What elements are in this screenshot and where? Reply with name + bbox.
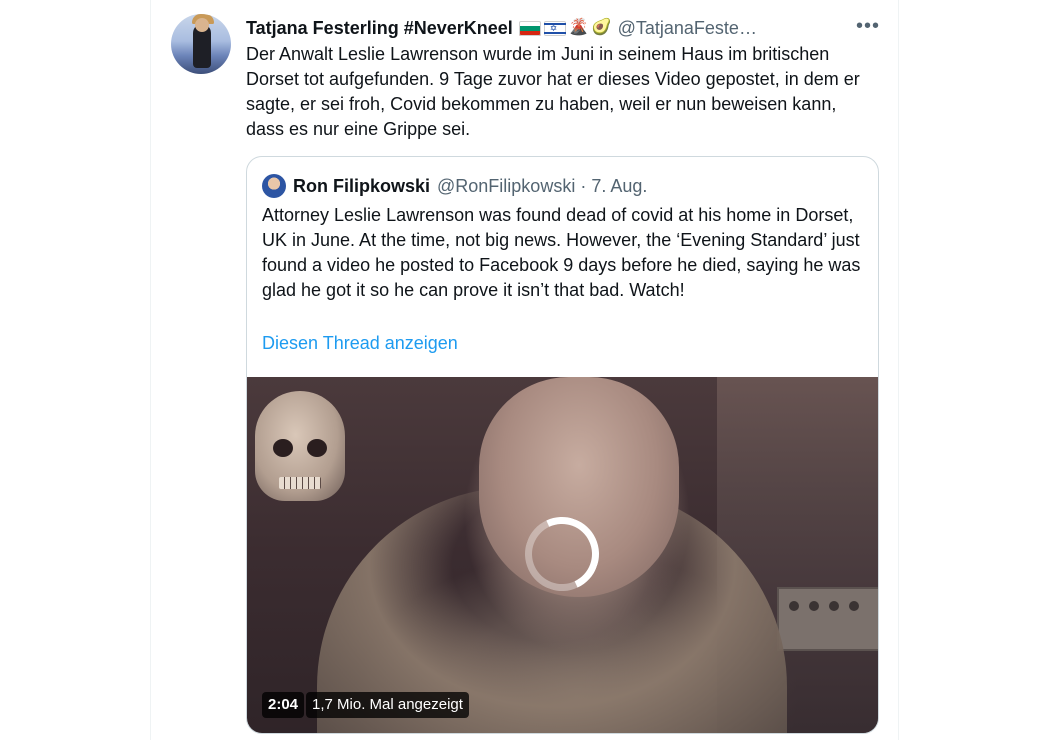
video-views-badge: 1,7 Mio. Mal angezeigt <box>306 692 469 718</box>
quoted-author-name: Ron Filipkowski <box>293 175 431 196</box>
flag-bulgaria-icon <box>518 20 541 36</box>
show-thread-link[interactable]: Diesen Thread anzeigen <box>262 333 458 354</box>
timeline-right-border <box>898 0 899 740</box>
avocado-icon: 🥑 <box>591 19 612 36</box>
quoted-tweet-text: Attorney Leslie Lawrenson was found dead… <box>262 205 861 300</box>
quoted-author-avatar <box>262 174 286 198</box>
more-options-icon[interactable]: ••• <box>856 14 880 38</box>
author-avatar[interactable] <box>171 14 231 74</box>
author-display-name[interactable]: Tatjana Festerling #NeverKneel <box>246 18 513 39</box>
timeline-left-border <box>150 0 151 740</box>
quoted-tweet-card[interactable]: Ron Filipkowski @RonFilipkowski · 7. Aug… <box>246 156 879 734</box>
author-handle[interactable]: @TatjanaFeste… <box>618 18 757 39</box>
video-duration-badge: 2:04 <box>262 692 305 718</box>
quoted-author-handle-date: @RonFilipkowski · 7. Aug. <box>437 175 648 196</box>
quoted-tweet-header: Ron Filipkowski @RonFilipkowski · 7. Aug… <box>262 173 647 199</box>
tweet-header: Tatjana Festerling #NeverKneel ✡ 🌋 🥑 @Ta… <box>246 14 757 42</box>
tweet-text: Der Anwalt Leslie Lawrenson wurde im Jun… <box>246 44 860 139</box>
name-emojis: ✡ 🌋 🥑 <box>518 19 612 36</box>
flag-israel-icon: ✡ <box>543 20 566 36</box>
video-player[interactable]: 2:04 1,7 Mio. Mal angezeigt <box>247 377 878 733</box>
video-audio-panel <box>777 587 878 651</box>
volcano-icon: 🌋 <box>568 19 589 36</box>
avatar-head <box>195 18 209 32</box>
video-skull <box>255 391 345 501</box>
